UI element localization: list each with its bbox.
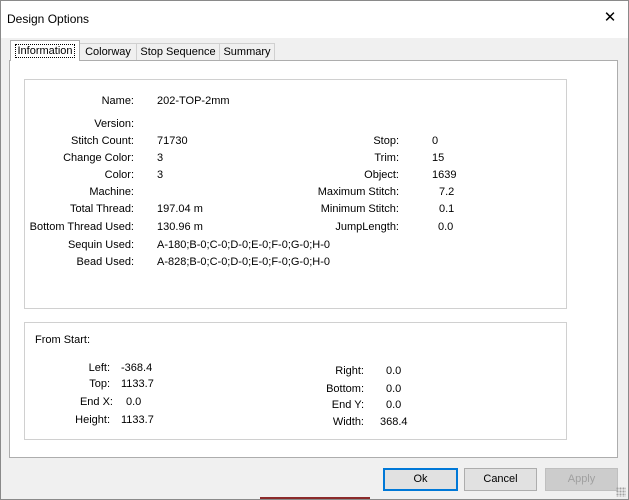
apply-button[interactable]: Apply bbox=[545, 468, 618, 491]
bead-used-label: Bead Used: bbox=[76, 256, 134, 268]
end-x-value: 0.0 bbox=[126, 396, 142, 408]
min-stitch-label: Minimum Stitch: bbox=[320, 203, 399, 215]
max-stitch-value: 7.2 bbox=[439, 186, 455, 198]
total-thread-value: 197.04 m bbox=[157, 203, 203, 215]
stitch-count-value: 71730 bbox=[157, 135, 188, 147]
name-label: Name: bbox=[101, 95, 134, 107]
bottom-thread-label: Bottom Thread Used: bbox=[29, 221, 134, 233]
min-stitch-value: 0.1 bbox=[439, 203, 455, 215]
stop-label: Stop: bbox=[373, 135, 399, 147]
color-value: 3 bbox=[157, 169, 164, 181]
ok-button[interactable]: Ok bbox=[383, 468, 458, 491]
stop-value: 0 bbox=[432, 135, 439, 147]
right-label: Right: bbox=[335, 365, 364, 377]
max-stitch-label: Maximum Stitch: bbox=[317, 186, 399, 198]
top-label: Top: bbox=[89, 378, 110, 390]
sequin-used-label: Sequin Used: bbox=[67, 239, 134, 251]
height-value: 1133.7 bbox=[121, 414, 154, 426]
change-color-label: Change Color: bbox=[63, 152, 134, 164]
cancel-button[interactable]: Cancel bbox=[464, 468, 537, 491]
left-label: Left: bbox=[88, 362, 110, 374]
name-value: 202-TOP-2mm bbox=[157, 95, 230, 107]
change-color-value: 3 bbox=[157, 152, 164, 164]
trim-value: 15 bbox=[432, 152, 445, 164]
bottom-thread-value: 130.96 m bbox=[157, 221, 203, 233]
sequin-used-value: A-180;B-0;C-0;D-0;E-0;F-0;G-0;H-0 bbox=[157, 239, 330, 251]
tab-information[interactable]: Information bbox=[10, 40, 80, 61]
bottom-value: 0.0 bbox=[386, 383, 402, 395]
stitch-count-label: Stitch Count: bbox=[71, 135, 134, 147]
machine-label: Machine: bbox=[89, 186, 134, 198]
end-y-value: 0.0 bbox=[386, 399, 402, 411]
jump-length-label: JumpLength: bbox=[335, 221, 399, 233]
width-label: Width: bbox=[332, 416, 364, 428]
close-icon[interactable]: ✕ bbox=[598, 6, 622, 30]
left-value: -368.4 bbox=[121, 362, 153, 374]
color-label: Color: bbox=[104, 169, 134, 181]
object-value: 1639 bbox=[432, 169, 457, 181]
trim-label: Trim: bbox=[374, 152, 399, 164]
tab-stop-sequence[interactable]: Stop Sequence bbox=[136, 43, 220, 61]
jump-length-value: 0.0 bbox=[438, 221, 454, 233]
total-thread-label: Total Thread: bbox=[69, 203, 134, 215]
version-label: Version: bbox=[94, 118, 134, 130]
resize-grip[interactable] bbox=[616, 487, 626, 497]
from-start-heading: From Start: bbox=[35, 334, 91, 346]
end-y-label: End Y: bbox=[331, 399, 364, 411]
window-title: Design Options bbox=[7, 12, 90, 26]
title-bar bbox=[0, 0, 629, 38]
height-label: Height: bbox=[75, 414, 110, 426]
bottom-label: Bottom: bbox=[326, 383, 364, 395]
object-label: Object: bbox=[364, 169, 399, 181]
width-value: 368.4 bbox=[380, 416, 408, 428]
top-value: 1133.7 bbox=[121, 378, 154, 390]
right-value: 0.0 bbox=[386, 365, 402, 377]
bead-used-value: A-828;B-0;C-0;D-0;E-0;F-0;G-0;H-0 bbox=[157, 256, 330, 268]
end-x-label: End X: bbox=[79, 396, 113, 408]
tab-summary[interactable]: Summary bbox=[219, 43, 275, 61]
tab-colorway[interactable]: Colorway bbox=[79, 43, 137, 61]
